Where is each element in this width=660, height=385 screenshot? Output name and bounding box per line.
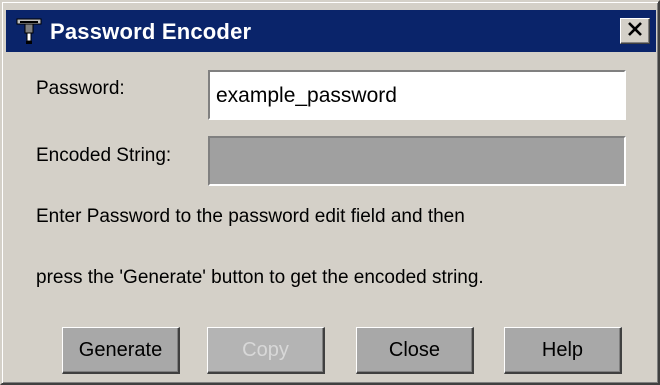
window-title: Password Encoder	[50, 19, 252, 44]
encoded-string-output[interactable]	[210, 138, 624, 184]
password-field-frame	[208, 70, 626, 120]
password-encoder-dialog: Password Encoder Password: Encoded Strin…	[0, 0, 660, 385]
instruction-line-1: Enter Password to the password edit fiel…	[36, 206, 465, 227]
encoded-string-field-frame	[208, 136, 626, 186]
title-bar[interactable]: Password Encoder	[6, 10, 656, 52]
copy-button[interactable]: Copy	[207, 327, 325, 374]
help-button[interactable]: Help	[504, 327, 622, 374]
encoded-string-label: Encoded String:	[36, 145, 172, 166]
generate-button[interactable]: Generate	[62, 327, 180, 374]
encoder-app-icon	[14, 16, 44, 46]
instruction-line-2: press the 'Generate' button to get the e…	[36, 267, 484, 288]
password-label: Password:	[36, 78, 125, 99]
close-window-button[interactable]	[620, 18, 650, 44]
close-button[interactable]: Close	[356, 327, 474, 374]
close-x-icon	[627, 21, 643, 41]
password-input[interactable]	[210, 72, 624, 118]
